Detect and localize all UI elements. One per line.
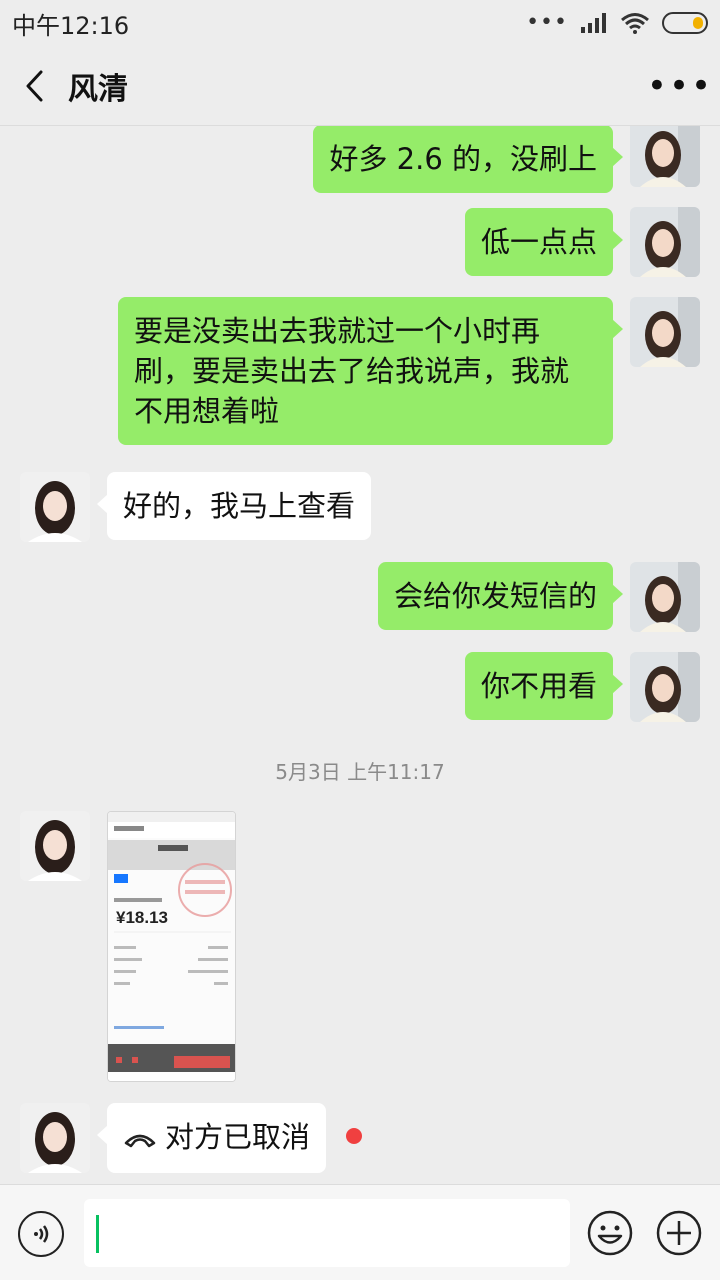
more-button[interactable]: •••: [640, 46, 720, 126]
plus-icon: [656, 1210, 702, 1256]
wifi-icon: [621, 13, 649, 34]
image-message[interactable]: ¥18.13: [107, 811, 236, 1082]
more-functions-button[interactable]: [655, 1209, 703, 1257]
status-time: 中午12:16: [12, 11, 130, 40]
input-bar: [0, 1184, 720, 1280]
receipt-amount: ¥18.13: [116, 908, 168, 927]
message-bubble-outgoing[interactable]: 低一点点: [464, 208, 624, 276]
chevron-left-icon: [26, 70, 43, 101]
signal-icon: [581, 13, 606, 33]
contact-avatar[interactable]: [20, 472, 90, 542]
emoji-icon: [587, 1210, 633, 1256]
my-avatar[interactable]: [630, 297, 700, 367]
message-bubble-outgoing[interactable]: 要是没卖出去我就过一个小时再刷，要是卖出去了给我说声，我就不用想着啦: [118, 297, 623, 445]
contact-avatar[interactable]: [20, 811, 90, 881]
my-avatar[interactable]: [630, 126, 700, 187]
call-record-bubble[interactable]: 对方已取消: [96, 1103, 327, 1173]
my-avatar[interactable]: [630, 652, 700, 722]
message-list[interactable]: 好多 2.6 的，没刷上 低一点点 要是没卖出去我就过一个小时再刷，要是卖出去了…: [0, 126, 720, 1184]
more-dots-icon: •••: [646, 65, 714, 106]
voice-icon: [34, 1225, 49, 1243]
chat-header: 风清 •••: [0, 46, 720, 126]
notification-dots-icon: •••: [526, 10, 568, 35]
chat-title: 风清: [68, 71, 128, 107]
voice-button[interactable]: [18, 1211, 64, 1257]
message-bubble-outgoing[interactable]: 好多 2.6 的，没刷上: [313, 126, 623, 193]
back-button[interactable]: [0, 46, 68, 126]
message-input[interactable]: [84, 1199, 570, 1267]
call-status-text: 对方已取消: [165, 1120, 311, 1154]
my-avatar[interactable]: [630, 562, 700, 632]
message-bubble-outgoing[interactable]: 你不用看: [464, 652, 624, 720]
receipt-screenshot-image: [108, 812, 235, 1081]
message-bubble-outgoing[interactable]: 会给你发短信的: [377, 562, 624, 630]
emoji-button[interactable]: [586, 1209, 634, 1257]
battery-icon: [662, 12, 708, 34]
status-bar: 中午12:16 •••: [0, 0, 720, 46]
text-caret: [96, 1215, 99, 1253]
status-icons: •••: [526, 12, 708, 34]
message-bubble-incoming[interactable]: 好的，我马上查看: [96, 472, 372, 540]
contact-avatar[interactable]: [20, 1103, 90, 1173]
phone-hangup-icon: [123, 1119, 157, 1159]
my-avatar[interactable]: [630, 207, 700, 277]
unread-dot: [346, 1128, 362, 1144]
message-timestamp: 5月3日 上午11:17: [275, 760, 445, 784]
